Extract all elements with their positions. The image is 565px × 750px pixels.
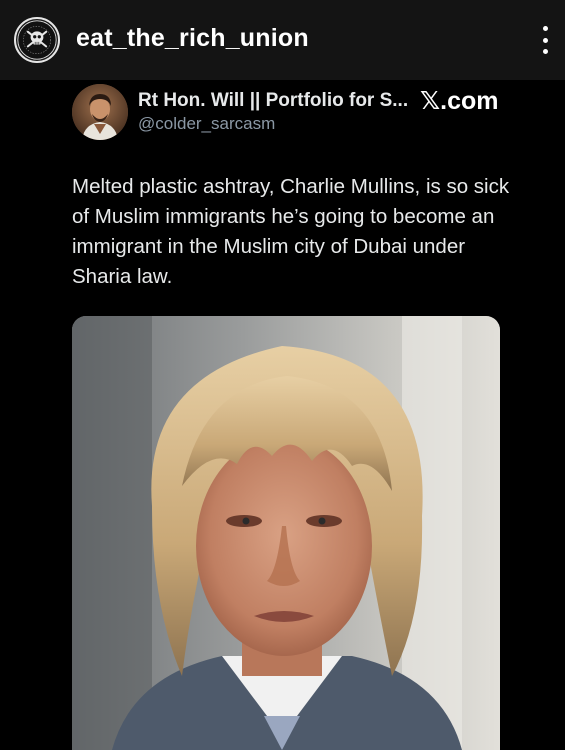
skull-crossbones-logo-icon [17, 20, 57, 60]
tweet-photo[interactable] [72, 316, 500, 750]
x-logo-icon: 𝕏.com [420, 87, 499, 115]
app-header: eat_the_rich_union [0, 0, 565, 80]
tweet-author-avatar[interactable] [72, 84, 128, 140]
menu-dot [542, 49, 548, 54]
menu-dot [542, 37, 548, 43]
tweet-handle[interactable]: @colder_sarcasm [138, 114, 275, 134]
menu-dot [542, 26, 548, 31]
screenshot-page: eat_the_rich_union Rt Hon. Will || Portf… [0, 0, 565, 750]
author-portrait-icon [72, 84, 128, 140]
portrait-photo [72, 316, 500, 750]
tweet-text: Melted plastic ashtray, Charlie Mullins,… [72, 175, 510, 288]
account-avatar[interactable] [14, 17, 60, 63]
tweet-display-name[interactable]: Rt Hon. Will || Portfolio for S... [138, 90, 408, 112]
more-vertical-icon[interactable] [535, 22, 555, 58]
account-name[interactable]: eat_the_rich_union [76, 24, 309, 53]
